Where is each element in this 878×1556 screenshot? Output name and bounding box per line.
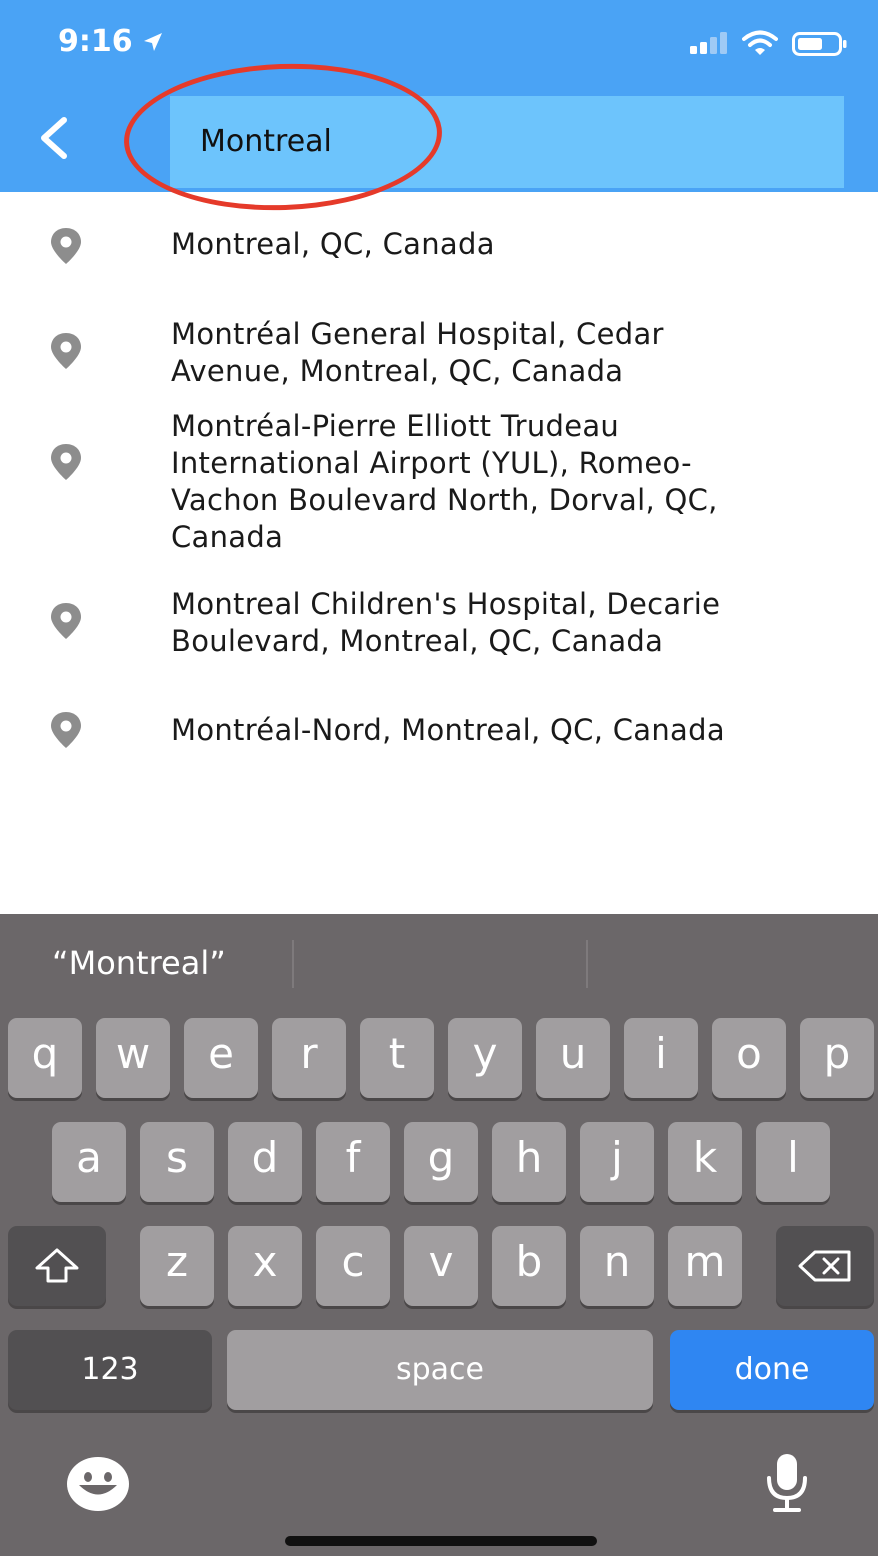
key-x[interactable]: x — [228, 1226, 302, 1306]
back-chevron-icon — [41, 117, 67, 159]
space-key[interactable]: space — [227, 1330, 653, 1410]
predictive-suggestion[interactable]: “Montreal” — [52, 944, 226, 982]
result-item[interactable]: Montréal-Nord, Montreal, QC, Canada — [0, 682, 878, 782]
numbers-key[interactable]: 123 — [8, 1330, 212, 1410]
backspace-icon — [798, 1250, 851, 1282]
key-n[interactable]: n — [580, 1226, 654, 1306]
key-e[interactable]: e — [184, 1018, 258, 1098]
location-arrow-icon — [144, 33, 162, 51]
key-v[interactable]: v — [404, 1226, 478, 1306]
key-c[interactable]: c — [316, 1226, 390, 1306]
cellular-signal-icon — [690, 32, 727, 54]
key-f[interactable]: f — [316, 1122, 390, 1202]
key-k[interactable]: k — [668, 1122, 742, 1202]
search-input[interactable] — [200, 116, 760, 166]
key-y[interactable]: y — [448, 1018, 522, 1098]
key-o[interactable]: o — [712, 1018, 786, 1098]
key-j[interactable]: j — [580, 1122, 654, 1202]
key-s[interactable]: s — [140, 1122, 214, 1202]
shift-icon — [35, 1248, 79, 1283]
key-q[interactable]: q — [8, 1018, 82, 1098]
predictive-divider — [586, 940, 588, 988]
map-pin-icon — [51, 444, 81, 480]
result-label: Montréal General Hospital, Cedar Avenue,… — [171, 317, 664, 388]
key-u[interactable]: u — [536, 1018, 610, 1098]
app-header: 9:16 — [0, 0, 878, 216]
result-label: Montréal-Pierre Elliott Trudeau Internat… — [171, 409, 718, 554]
shift-key[interactable] — [8, 1226, 106, 1306]
key-g[interactable]: g — [404, 1122, 478, 1202]
map-pin-icon — [51, 712, 81, 748]
result-item[interactable]: Montreal Children's Hospital, Decarie Bo… — [0, 572, 878, 672]
key-l[interactable]: l — [756, 1122, 830, 1202]
status-time: 9:16 — [58, 24, 133, 59]
key-w[interactable]: w — [96, 1018, 170, 1098]
result-label: Montréal-Nord, Montreal, QC, Canada — [171, 713, 725, 747]
result-item[interactable]: Montreal, QC, Canada — [0, 192, 878, 302]
result-item[interactable]: Montréal-Pierre Elliott Trudeau Internat… — [0, 404, 878, 564]
key-m[interactable]: m — [668, 1226, 742, 1306]
map-pin-icon — [51, 228, 81, 264]
microphone-icon[interactable] — [764, 1452, 810, 1514]
key-d[interactable]: d — [228, 1122, 302, 1202]
result-item[interactable]: Montréal General Hospital, Cedar Avenue,… — [0, 302, 878, 402]
emoji-icon[interactable] — [66, 1456, 130, 1512]
result-label: Montreal Children's Hospital, Decarie Bo… — [171, 587, 721, 658]
key-a[interactable]: a — [52, 1122, 126, 1202]
map-pin-icon — [51, 603, 81, 639]
done-key[interactable]: done — [670, 1330, 874, 1410]
keyboard: “Montreal” q w e r t y u i o p a s d f g… — [0, 914, 878, 1556]
map-pin-icon — [51, 333, 81, 369]
key-h[interactable]: h — [492, 1122, 566, 1202]
key-i[interactable]: i — [624, 1018, 698, 1098]
predictive-divider — [292, 940, 294, 988]
predictive-bar: “Montreal” — [0, 914, 878, 1014]
key-r[interactable]: r — [272, 1018, 346, 1098]
back-button[interactable] — [32, 114, 76, 162]
key-t[interactable]: t — [360, 1018, 434, 1098]
key-b[interactable]: b — [492, 1226, 566, 1306]
backspace-key[interactable] — [776, 1226, 874, 1306]
key-p[interactable]: p — [800, 1018, 874, 1098]
home-indicator[interactable] — [285, 1536, 597, 1546]
result-label: Montreal, QC, Canada — [171, 227, 495, 261]
status-bar: 9:16 — [0, 0, 878, 88]
key-z[interactable]: z — [140, 1226, 214, 1306]
battery-icon — [792, 32, 847, 56]
wifi-icon — [742, 30, 778, 55]
